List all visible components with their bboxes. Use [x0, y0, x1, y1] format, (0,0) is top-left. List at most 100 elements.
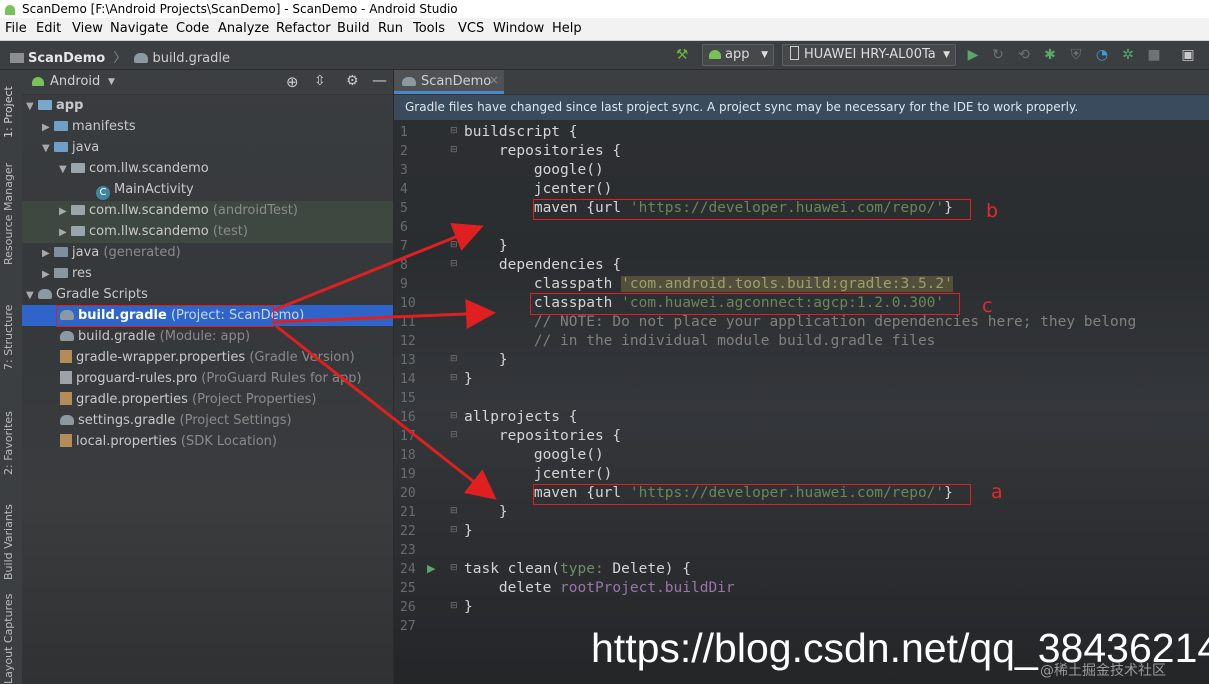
annotation-box-b — [533, 199, 971, 220]
debug-icon[interactable]: ✱ — [1042, 47, 1058, 63]
left-tool-strip: 1: Project Resource Manager 7: Structure… — [0, 70, 23, 684]
properties-file-icon — [60, 434, 72, 447]
tab-scandemo-build-gradle[interactable]: ScanDemo × — [394, 70, 504, 94]
menu-view[interactable]: View — [72, 18, 103, 40]
code-line-19: jcenter() — [464, 466, 613, 482]
fold-marker-icon[interactable]: ⊟ — [450, 525, 458, 535]
tree-item-local-properties[interactable]: local.properties (SDK Location) — [60, 431, 277, 452]
chevron-down-icon[interactable]: ▼ — [108, 77, 115, 87]
line-number: 5 — [400, 201, 408, 216]
code-line-25: delete rootProject.buildDir — [464, 580, 735, 596]
collapse-all-icon[interactable]: ⇳ — [314, 73, 326, 89]
line-number: 17 — [400, 429, 416, 444]
chevron-down-icon: ▼ — [761, 50, 768, 60]
fold-marker-icon[interactable]: ⊟ — [450, 126, 458, 136]
tree-item-app[interactable]: ▼ app — [26, 95, 83, 116]
breadcrumb-project[interactable]: ScanDemo — [28, 51, 105, 66]
fold-marker-icon[interactable]: ⊟ — [450, 430, 458, 440]
menu-help[interactable]: Help — [552, 18, 582, 40]
code-line-16: allprojects { — [464, 409, 578, 425]
tree-item-package[interactable]: ▼ com.llw.scandemo — [59, 158, 209, 179]
fold-marker-icon[interactable]: ⊟ — [450, 506, 458, 516]
menu-refactor[interactable]: Refactor — [276, 18, 331, 40]
line-number: 14 — [400, 372, 416, 387]
tree-item-java-generated[interactable]: ▶ java (generated) — [42, 242, 181, 263]
fold-marker-icon[interactable]: ⊟ — [450, 145, 458, 155]
tree-item-manifests[interactable]: ▶ manifests — [42, 116, 136, 137]
device-select[interactable]: HUAWEI HRY-AL00Ta ▼ — [782, 44, 956, 66]
gradle-icon — [402, 77, 416, 86]
hide-panel-icon[interactable]: — — [372, 71, 387, 89]
gear-icon[interactable]: ⚙ — [346, 73, 359, 89]
tree-item-build-gradle-module[interactable]: build.gradle (Module: app) — [60, 326, 250, 347]
tree-item-java[interactable]: ▼ java — [42, 137, 99, 158]
stop-icon[interactable]: ■ — [1146, 47, 1162, 63]
android-icon — [32, 77, 44, 86]
line-number: 27 — [400, 619, 416, 634]
fold-marker-icon[interactable]: ⊟ — [450, 240, 458, 250]
menu-tools[interactable]: Tools — [413, 18, 445, 40]
sync-project-icon[interactable]: ▣ — [1180, 47, 1196, 63]
project-panel-header: Android ▼ ⊕ ⇳ ⚙ — — [22, 70, 393, 95]
line-number: 13 — [400, 353, 416, 368]
line-number: 3 — [400, 163, 408, 178]
tree-item-settings-gradle[interactable]: settings.gradle (Project Settings) — [60, 410, 292, 431]
fold-marker-icon[interactable]: ⊟ — [450, 259, 458, 269]
apply-code-changes-icon[interactable]: ⟲ — [1016, 47, 1032, 63]
code-line-21: } — [464, 504, 508, 520]
tree-item-package-androidtest[interactable]: ▶ com.llw.scandemo (androidTest) — [59, 200, 298, 221]
tree-item-gradle-properties[interactable]: gradle.properties (Project Properties) — [60, 389, 317, 410]
line-number: 6 — [400, 220, 408, 235]
tree-item-gradle-wrapper-properties[interactable]: gradle-wrapper.properties (Gradle Versio… — [60, 347, 355, 368]
menu-vcs[interactable]: VCS — [458, 18, 484, 40]
menu-bar: File Edit View Navigate Code Analyze Ref… — [0, 18, 1209, 41]
line-number: 15 — [400, 391, 416, 406]
run-icon[interactable]: ▶ — [965, 47, 981, 63]
run-config-select[interactable]: app ▼ — [702, 44, 774, 66]
tree-item-mainactivity[interactable]: C MainActivity — [96, 179, 194, 200]
fold-marker-icon[interactable]: ⊟ — [450, 563, 458, 573]
menu-code[interactable]: Code — [176, 18, 209, 40]
make-project-hammer-icon[interactable]: ⚒ — [674, 47, 690, 63]
line-number: 21 — [400, 505, 416, 520]
tree-item-package-test[interactable]: ▶ com.llw.scandemo (test) — [59, 221, 248, 242]
menu-file[interactable]: File — [5, 18, 27, 40]
fold-marker-icon[interactable]: ⊟ — [450, 411, 458, 421]
line-number: 8 — [400, 258, 408, 273]
fold-marker-icon[interactable]: ⊟ — [450, 601, 458, 611]
editor-tab-bar: ScanDemo × — [394, 70, 1209, 95]
package-icon — [71, 163, 85, 173]
project-view-select[interactable]: Android — [50, 74, 100, 89]
android-icon — [709, 50, 721, 59]
class-icon: C — [96, 186, 110, 200]
resources-folder-icon — [54, 268, 68, 278]
menu-run[interactable]: Run — [378, 18, 403, 40]
chevron-down-icon: ▼ — [943, 50, 950, 60]
fold-marker-icon[interactable]: ⊟ — [450, 354, 458, 364]
folder-icon — [54, 121, 68, 131]
code-line-9: classpath 'com.android.tools.build:gradl… — [464, 276, 953, 292]
menu-edit[interactable]: Edit — [36, 18, 61, 40]
annotation-box-a — [533, 484, 971, 505]
fold-marker-icon[interactable]: ⊟ — [450, 373, 458, 383]
project-tool-window: Android ▼ ⊕ ⇳ ⚙ — ▼ app ▶ manifests ▼ java … — [22, 70, 393, 684]
navigation-toolbar: ScanDemo 〉 build.gradle ⚒ app ▼ HUAWEI HR… — [0, 41, 1209, 70]
close-icon[interactable]: × — [489, 73, 499, 87]
line-number: 24 — [400, 562, 416, 577]
menu-analyze[interactable]: Analyze — [218, 18, 269, 40]
editor-area: ScanDemo × Gradle files have changed sin… — [394, 70, 1209, 684]
run-gutter-icon[interactable]: ▶ — [427, 562, 435, 575]
breadcrumb-file[interactable]: build.gradle — [152, 51, 230, 66]
profile-icon[interactable]: ◔ — [1094, 47, 1110, 63]
tree-item-res[interactable]: ▶ res — [42, 263, 92, 284]
code-line-7: } — [464, 238, 508, 254]
apply-changes-icon[interactable]: ↻ — [990, 47, 1006, 63]
menu-navigate[interactable]: Navigate — [110, 18, 168, 40]
run-with-coverage-icon[interactable]: ⛨ — [1068, 47, 1084, 63]
tree-item-gradle-scripts[interactable]: ▼ Gradle Scripts — [26, 284, 148, 305]
menu-window[interactable]: Window — [493, 18, 544, 40]
menu-build[interactable]: Build — [337, 18, 370, 40]
attach-debugger-icon[interactable]: ✲ — [1120, 47, 1136, 63]
locate-file-icon[interactable]: ⊕ — [286, 73, 299, 91]
tree-item-proguard-rules[interactable]: proguard-rules.pro (ProGuard Rules for a… — [60, 368, 362, 389]
